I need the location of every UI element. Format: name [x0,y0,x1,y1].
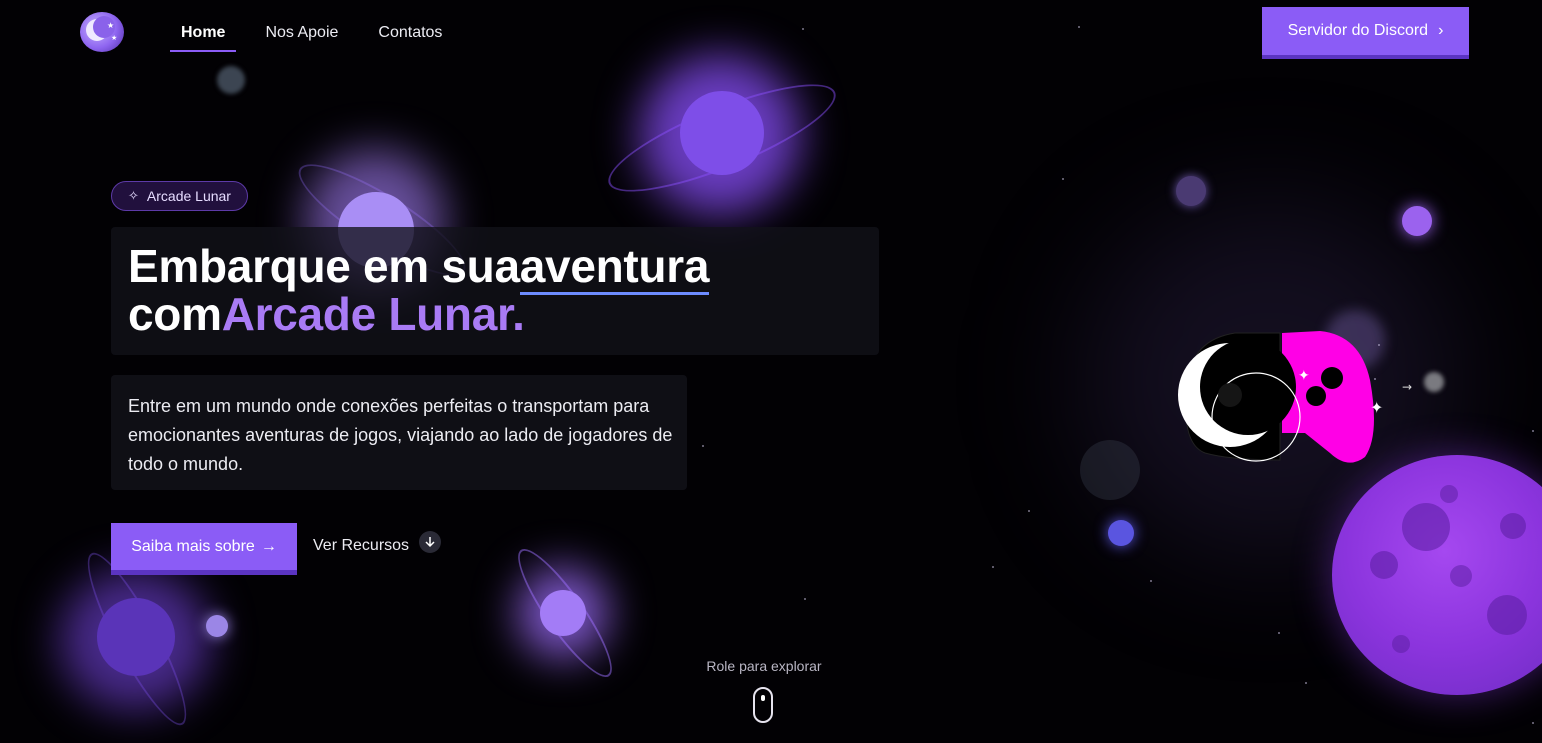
learn-more-label: Saiba mais sobre [131,537,255,555]
hero-badge: ✧ Arcade Lunar [111,181,248,211]
game-controller-illustration: ✦ ✦ → [1178,331,1412,463]
site-logo[interactable]: ★ ★ [80,12,124,52]
badge-label: Arcade Lunar [146,188,231,204]
title-text-2: com [128,288,222,340]
nav-item-nos-apoie[interactable]: Nos Apoie [254,22,349,52]
discord-server-button[interactable]: Servidor do Discord › [1262,7,1469,59]
sparkles-icon: ✧ [128,188,139,203]
arrow-down-icon [419,531,442,553]
hero-description: Entre em um mundo onde conexões perfeita… [128,396,673,474]
hero-title: Embarque em suaaventura comArcade Lunar. [128,240,709,340]
nav-item-contatos[interactable]: Contatos [367,22,453,52]
learn-more-button[interactable]: Saiba mais sobre → [111,523,297,575]
planet-bottom-center [540,590,586,636]
title-highlight-brand: Arcade Lunar. [221,288,525,340]
planet-top-center [680,91,764,175]
scroll-hint: Role para explorar [706,658,822,674]
title-highlight-aventura: aventura [519,240,709,295]
view-features-label: Ver Recursos [313,537,410,554]
svg-text:✦: ✦ [1370,398,1383,417]
svg-text:✦: ✦ [1298,368,1310,384]
svg-text:→: → [1402,380,1412,394]
mouse-scroll-icon[interactable] [753,687,773,723]
arrow-right-icon: → [260,537,277,555]
main-nav: Home Nos Apoie Contatos [170,22,453,52]
view-features-link[interactable]: Ver Recursos [313,531,442,555]
chevron-right-icon: › [1438,22,1444,39]
nav-item-home[interactable]: Home [170,22,237,52]
discord-button-label: Servidor do Discord [1287,22,1429,39]
title-text-1: Embarque em sua [128,240,520,292]
